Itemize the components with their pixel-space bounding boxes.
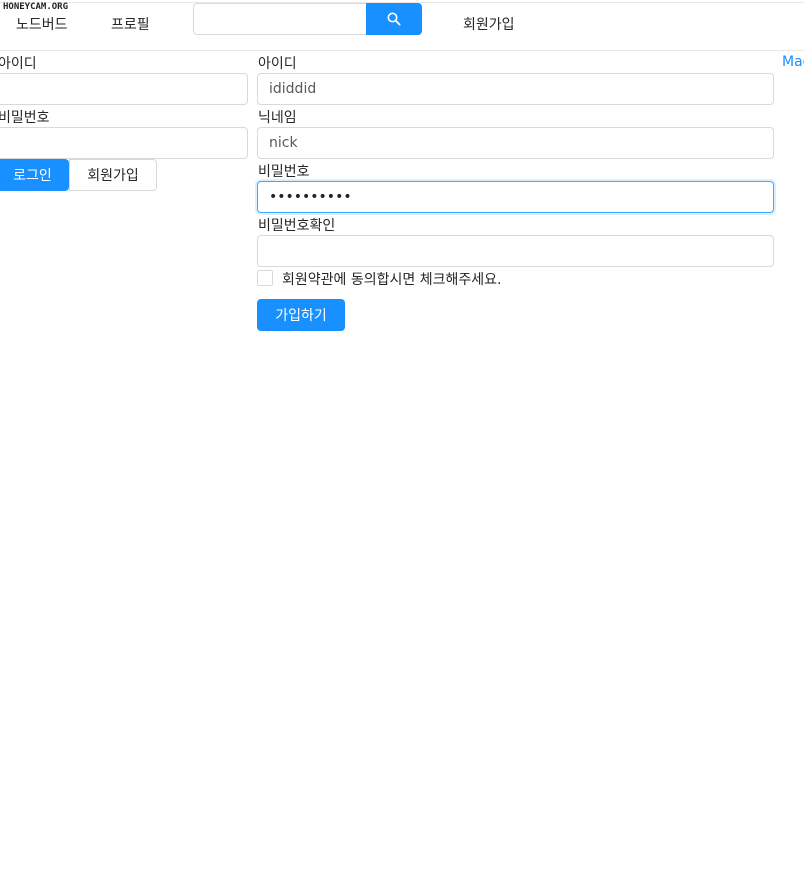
nav-item-signup[interactable]: 회원가입 [463,3,515,47]
signup-password-check-label: 비밀번호확인 [258,218,336,234]
signup-nickname-field[interactable]: nick [257,127,774,159]
signup-password-label: 비밀번호 [258,164,310,180]
terms-checkbox[interactable] [257,270,273,286]
search-box [193,3,422,35]
login-password-field[interactable] [0,127,248,159]
login-id-field[interactable] [0,73,248,105]
search-icon [387,12,401,26]
side-link[interactable]: Mad [782,54,804,70]
signup-password-check-field[interactable] [257,235,774,267]
signup-submit-button[interactable]: 가입하기 [257,299,345,331]
nav-item-board[interactable]: 노드버드 [16,3,68,47]
login-button[interactable]: 로그인 [0,159,69,191]
search-input[interactable] [193,3,367,35]
terms-label: 회원약관에 동의합시면 체크해주세요. [282,272,502,288]
login-signup-button[interactable]: 회원가입 [69,159,157,191]
search-button[interactable] [366,3,422,35]
login-id-label: 아이디 [0,56,37,72]
signup-id-label: 아이디 [258,56,297,72]
nav-item-profile[interactable]: 프로필 [111,3,150,47]
top-nav: 노드버드 프로필 회원가입 [0,3,804,51]
signup-nickname-label: 닉네임 [258,110,297,126]
signup-password-field[interactable]: •••••••••• [257,181,774,213]
signup-id-field[interactable]: ididdid [257,73,774,105]
login-password-label: 비밀번호 [0,110,50,126]
